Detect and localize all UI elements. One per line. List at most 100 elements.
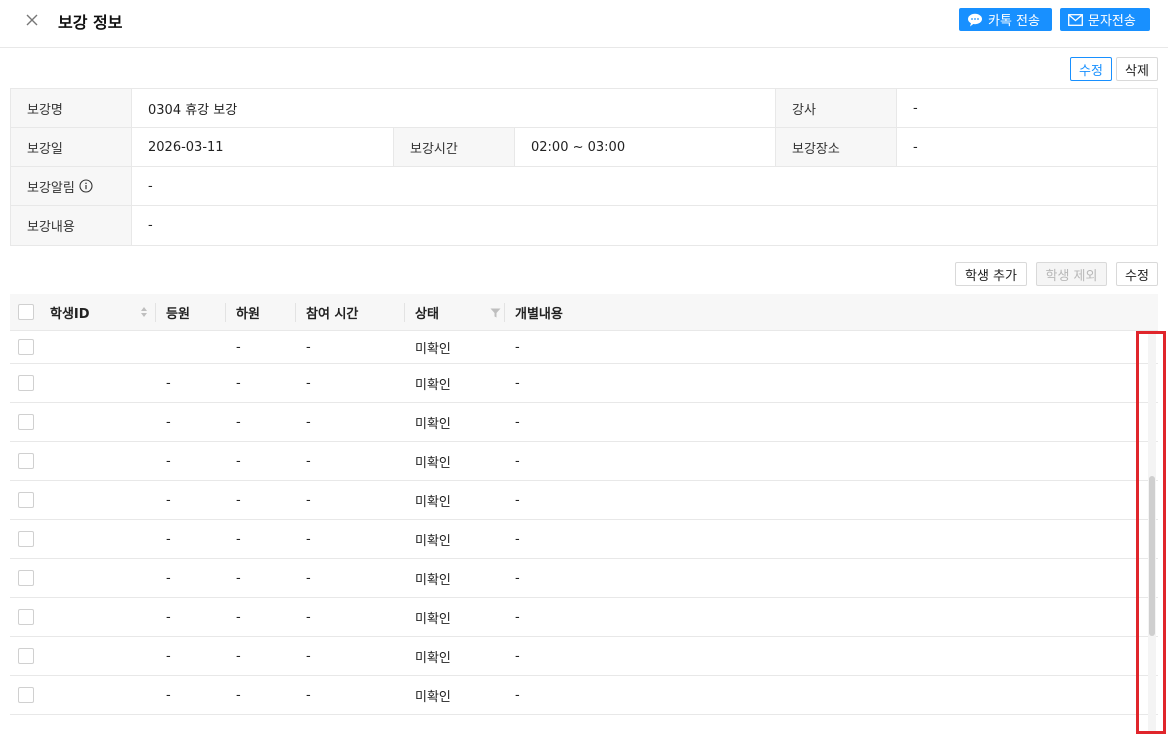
header-student-id[interactable]: 학생ID (42, 294, 156, 330)
header-memo: 개별내용 (515, 306, 563, 322)
cell-time: - (306, 414, 311, 430)
row-checkbox[interactable] (18, 531, 34, 547)
cell-memo: - (515, 375, 520, 391)
row-checkbox[interactable] (18, 687, 34, 703)
name-value: 0304 휴강 보강 (132, 89, 776, 127)
cell-leave: - (236, 609, 241, 625)
sort-icon[interactable] (140, 306, 148, 322)
row-checkbox[interactable] (18, 453, 34, 469)
cell-status: 미확인 (415, 533, 451, 549)
row-checkbox[interactable] (18, 492, 34, 508)
cell-enroll: - (166, 531, 171, 547)
cell-memo: - (515, 648, 520, 664)
row-checkbox[interactable] (18, 648, 34, 664)
info-row-content: 보강내용 - (11, 206, 1157, 245)
cell-time: - (306, 648, 311, 664)
student-table: 학생ID 등원 하원 참여 시간 상태 개별내용 - - 미확인 - - - -… (10, 294, 1158, 731)
cell-status: 미확인 (415, 494, 451, 510)
table-header: 학생ID 등원 하원 참여 시간 상태 개별내용 (10, 294, 1158, 331)
scrollbar-thumb[interactable] (1149, 476, 1155, 636)
table-row: - - 미확인 - (10, 331, 1158, 364)
cell-status: 미확인 (415, 572, 451, 588)
cell-memo: - (515, 570, 520, 586)
content-label: 보강내용 (11, 206, 132, 245)
edit-students-button[interactable]: 수정 (1116, 262, 1158, 286)
table-scrollbar[interactable] (1148, 332, 1156, 732)
row-select-cell (10, 364, 42, 402)
info-row-alarm: 보강알림 - (11, 167, 1157, 206)
table-row: - - - 미확인 - (10, 481, 1158, 520)
cell-student-id (42, 520, 156, 558)
cell-leave: - (236, 687, 241, 703)
page-title: 보강 정보 (58, 13, 123, 32)
filter-icon[interactable] (490, 307, 501, 322)
cell-time: - (306, 375, 311, 391)
date-label: 보강일 (11, 128, 132, 166)
teacher-label: 강사 (776, 89, 897, 127)
teacher-value: - (913, 100, 918, 116)
row-checkbox[interactable] (18, 339, 34, 355)
cell-leave: - (236, 339, 241, 355)
header-enroll: 등원 (156, 294, 226, 330)
select-all-cell (10, 294, 42, 330)
kakao-send-label: 카톡 전송 (988, 14, 1040, 29)
table-row: - - - 미확인 - (10, 676, 1158, 715)
row-checkbox[interactable] (18, 414, 34, 430)
table-row: - - - 미확인 - (10, 559, 1158, 598)
cell-enroll: - (166, 492, 171, 508)
cell-student-id (42, 364, 156, 402)
alarm-label-cell: 보강알림 (11, 167, 132, 205)
chat-bubble-icon (968, 13, 982, 26)
row-select-cell (10, 481, 42, 519)
cell-time: - (306, 687, 311, 703)
select-all-checkbox[interactable] (18, 304, 34, 320)
edit-info-button[interactable]: 수정 (1070, 57, 1112, 81)
cell-memo: - (515, 453, 520, 469)
cell-time: - (306, 570, 311, 586)
place-value: - (913, 139, 918, 155)
cell-leave: - (236, 453, 241, 469)
cell-enroll: - (166, 687, 171, 703)
cell-status: 미확인 (415, 455, 451, 471)
cell-student-id (42, 598, 156, 636)
add-student-button[interactable]: 학생 추가 (955, 262, 1027, 286)
cell-leave: - (236, 531, 241, 547)
cell-student-id (42, 676, 156, 714)
row-checkbox[interactable] (18, 609, 34, 625)
makeup-info-table: 보강명 0304 휴강 보강 강사 - 보강일 2026-03-11 보강시간 … (10, 88, 1158, 246)
remove-student-button[interactable]: 학생 제외 (1036, 262, 1107, 286)
row-checkbox[interactable] (18, 375, 34, 391)
info-row-date: 보강일 2026-03-11 보강시간 02:00 ~ 03:00 보강장소 - (11, 128, 1157, 167)
cell-memo: - (515, 492, 520, 508)
cell-status: 미확인 (415, 650, 451, 666)
cell-enroll: - (166, 609, 171, 625)
alarm-label: 보강알림 (27, 180, 75, 196)
row-select-cell (10, 598, 42, 636)
info-row-name: 보강명 0304 휴강 보강 강사 - (11, 89, 1157, 128)
header-time: 참여 시간 (296, 294, 405, 330)
info-circle-icon[interactable] (79, 179, 93, 193)
row-select-cell (10, 637, 42, 675)
cell-leave: - (236, 648, 241, 664)
row-select-cell (10, 403, 42, 441)
row-select-cell (10, 676, 42, 714)
table-row: - - - 미확인 - (10, 637, 1158, 676)
cell-memo: - (515, 339, 520, 355)
delete-button[interactable]: 삭제 (1116, 57, 1158, 81)
kakao-send-button[interactable]: 카톡 전송 (959, 8, 1052, 31)
cell-memo: - (515, 531, 520, 547)
table-row: - - - 미확인 - (10, 520, 1158, 559)
close-icon[interactable] (22, 10, 42, 30)
sms-send-label: 문자전송 (1088, 14, 1136, 29)
table-body[interactable]: - - 미확인 - - - - 미확인 - - - - 미확인 - - - - … (10, 331, 1158, 731)
table-row: - - - 미확인 - (10, 364, 1158, 403)
row-checkbox[interactable] (18, 570, 34, 586)
cell-student-id (42, 442, 156, 480)
cell-time: - (306, 453, 311, 469)
alarm-value: - (148, 178, 153, 194)
cell-student-id (42, 331, 156, 363)
table-row: - - - 미확인 - (10, 442, 1158, 481)
cell-time: - (306, 531, 311, 547)
sms-send-button[interactable]: 문자전송 (1060, 8, 1150, 31)
header-leave: 하원 (226, 294, 296, 330)
